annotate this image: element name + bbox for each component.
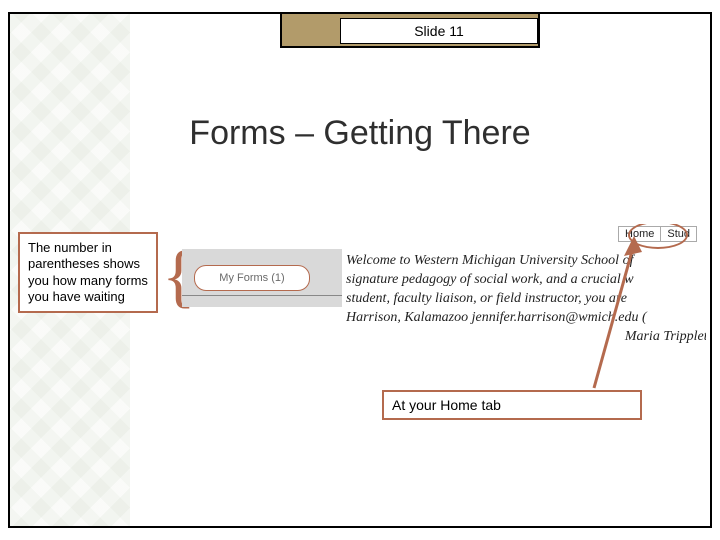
strip-divider xyxy=(182,295,342,296)
welcome-line: Maria Tripplett, Southwe xyxy=(346,328,706,344)
welcome-line: Harrison, Kalamazoo jennifer.harrison@wm… xyxy=(346,309,706,328)
home-page-clip: HomeStud Welcome to Western Michigan Uni… xyxy=(346,224,706,344)
slide-title: Forms – Getting There xyxy=(10,114,710,153)
tab-next-truncated[interactable]: Stud xyxy=(660,226,697,242)
callout-home-tab: At your Home tab xyxy=(382,390,642,420)
welcome-line: Welcome to Western Michigan University S… xyxy=(346,252,706,271)
slide-number-tab: Slide 11 xyxy=(280,12,540,48)
slide-frame: Slide 11 Forms – Getting There The numbe… xyxy=(8,12,712,528)
welcome-line: signature pedagogy of social work, and a… xyxy=(346,271,706,290)
nav-tabs: HomeStud xyxy=(618,224,696,244)
tab-home[interactable]: Home xyxy=(618,226,661,242)
slide-number-label: Slide 11 xyxy=(340,18,538,44)
welcome-line: student, faculty liaison, or field instr… xyxy=(346,290,706,309)
my-forms-button[interactable]: My Forms (1) xyxy=(194,265,310,291)
welcome-text: Welcome to Western Michigan University S… xyxy=(346,252,706,344)
my-forms-strip: My Forms (1) xyxy=(182,249,342,307)
callout-parentheses-explainer: The number in parentheses shows you how … xyxy=(18,232,158,313)
